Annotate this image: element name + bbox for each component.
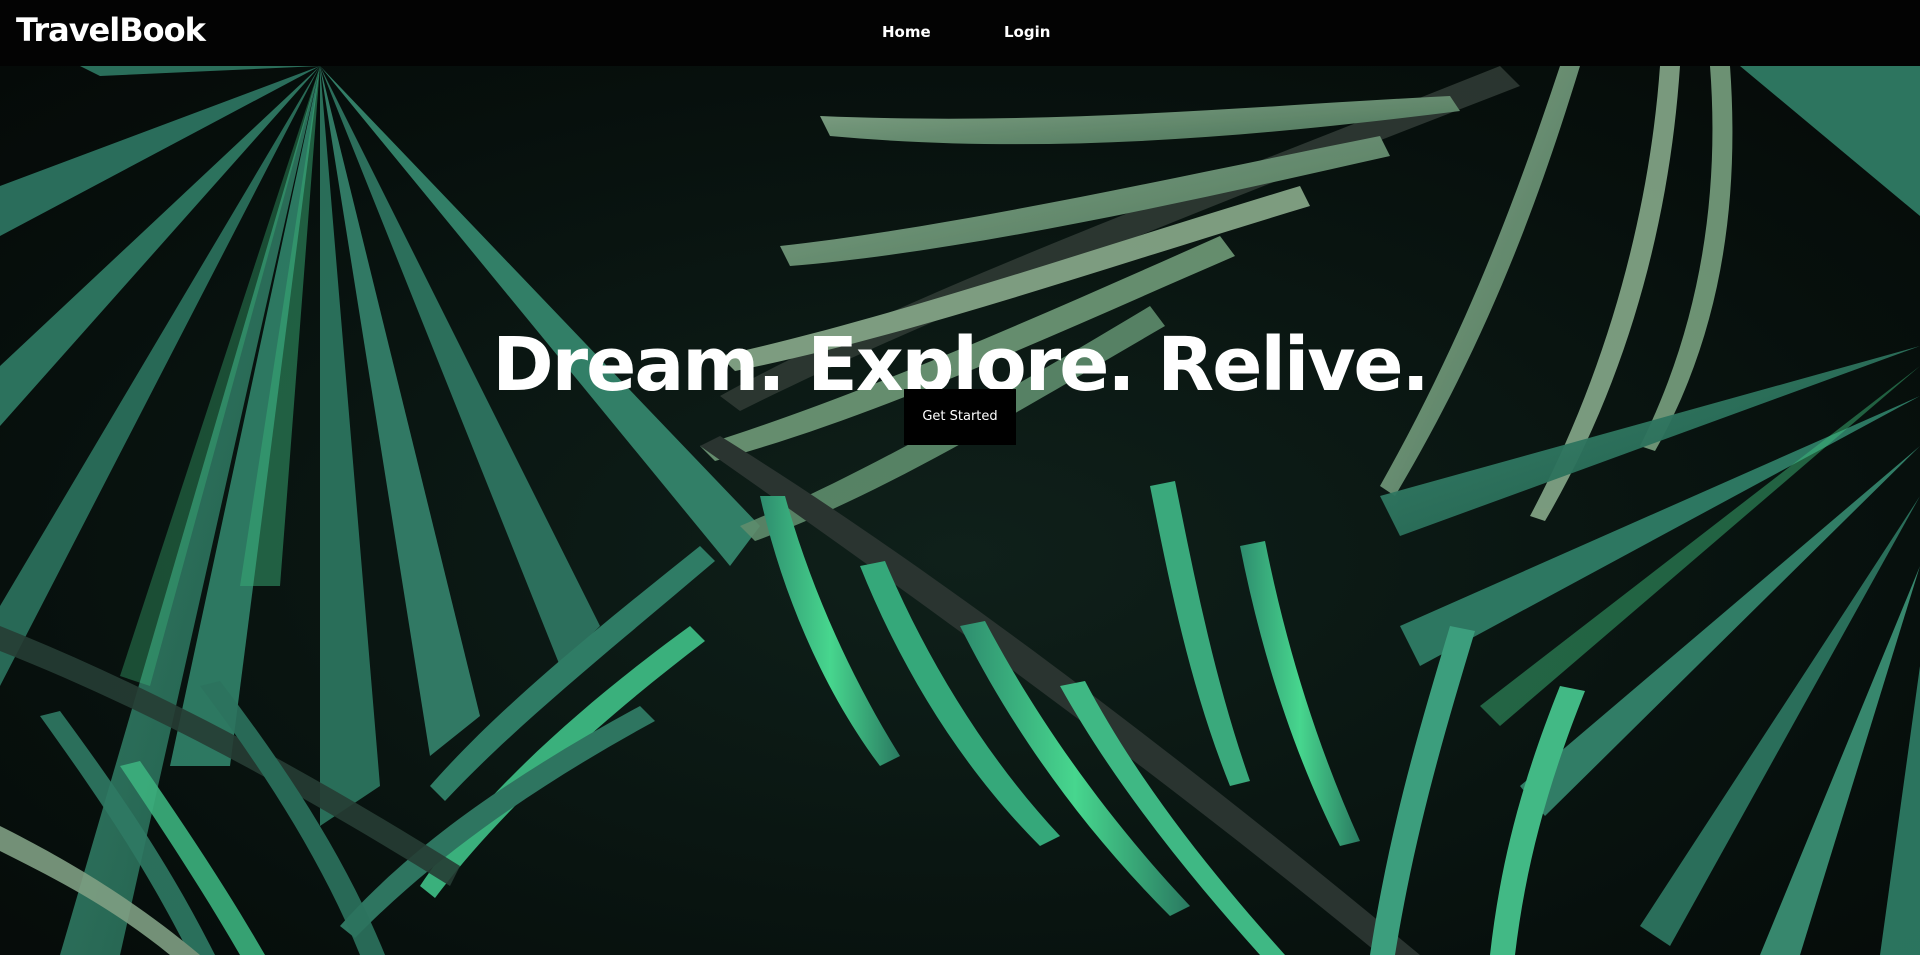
get-started-button[interactable]: Get Started (904, 389, 1016, 445)
palm-leaves-background-image (0, 66, 1920, 955)
nav-login-link[interactable]: Login (1004, 25, 1050, 40)
hero-section: Dream. Explore. Relive. Get Started (0, 66, 1920, 955)
nav-home-link[interactable]: Home (882, 25, 931, 40)
top-navbar: TravelBook Home Login (0, 0, 1920, 66)
brand-logo[interactable]: TravelBook (16, 14, 206, 46)
